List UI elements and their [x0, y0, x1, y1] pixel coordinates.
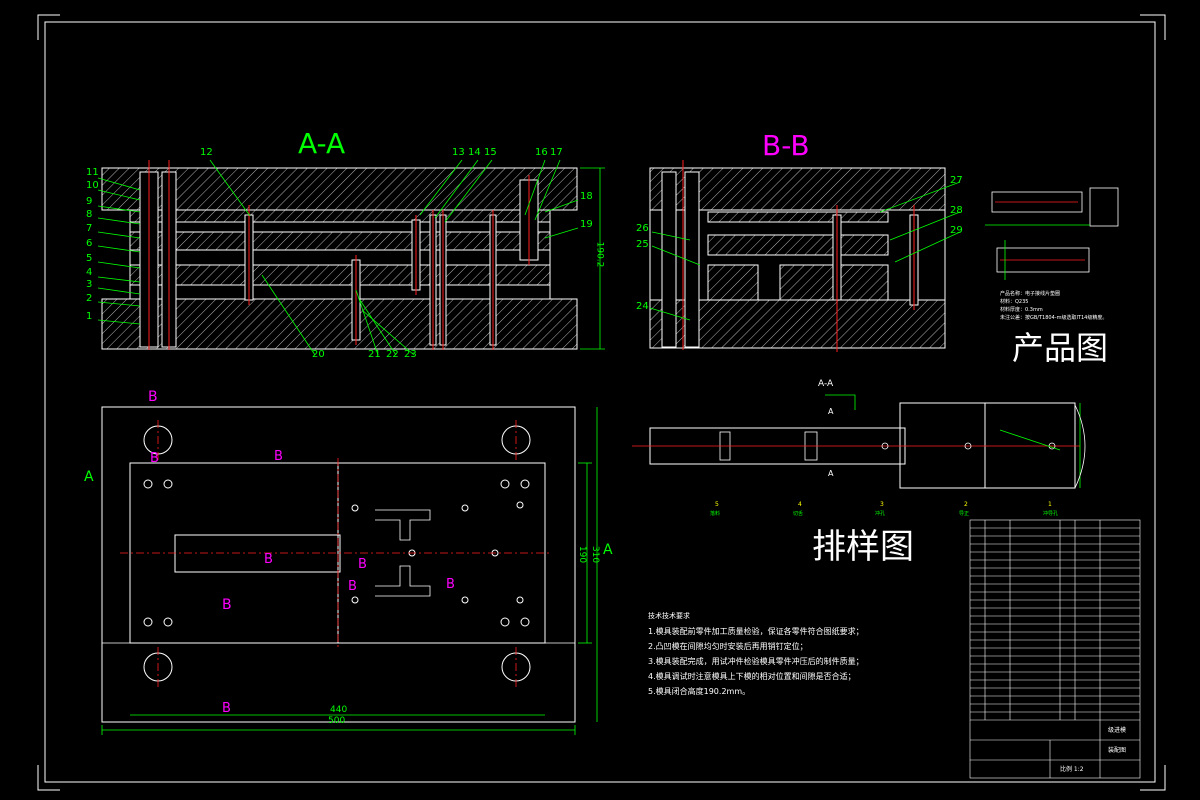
dim-side-190: 190 [577, 545, 588, 564]
part-number: 14 [468, 147, 481, 158]
part-number: 18 [580, 191, 593, 202]
part-number: 21 [368, 349, 381, 360]
part-number: 6 [86, 238, 93, 249]
tech-item: 3.模具装配完成，用试冲件检验模具零件冲压后的制件质量； [648, 657, 864, 666]
tech-item: 5.模具闭合高度190.2mm。 [648, 687, 751, 696]
station-label: 冲导孔 [1043, 511, 1059, 517]
tech-heading: 技术技术要求 [648, 612, 690, 620]
tech-item: 1.模具装配前零件加工质量检验，保证各零件符合图纸要求； [648, 627, 864, 636]
station-number: 1 [1048, 501, 1052, 508]
part-number: 12 [200, 147, 213, 158]
part-number: 25 [636, 239, 649, 250]
station-number: 5 [715, 501, 719, 508]
section-bb-title: B-B [762, 129, 810, 162]
tech-item: 4.模具调试时注意模具上下模的相对位置和间隙是否合适； [648, 672, 856, 681]
part-number: 29 [950, 225, 963, 236]
tech-requirements: 技术技术要求 1.模具装配前零件加工质量检验，保证各零件符合图纸要求； 2.凸凹… [648, 613, 864, 696]
title-drawing-name: 级进模 [1108, 727, 1127, 734]
view-label-a-small-bottom: A [828, 469, 834, 478]
view-label-b-mid: B [274, 449, 283, 464]
product-note: 材料厚度：0.3mm [1000, 307, 1043, 313]
dim-side-310: 310 [590, 545, 601, 564]
part-number: 16 [535, 147, 548, 158]
view-label-aa-small: A-A [818, 379, 834, 389]
strip-layout [632, 394, 1086, 489]
part-number: 2 [86, 293, 93, 304]
station-number: 3 [880, 501, 884, 508]
view-label-bottom: B [222, 701, 231, 716]
part-number: 4 [86, 267, 93, 278]
view-label-bl: B [446, 577, 455, 592]
section-bb [649, 160, 961, 352]
part-number: 27 [950, 175, 963, 186]
part-number: 22 [386, 349, 399, 360]
product-drawing [985, 187, 1119, 280]
cad-drawing [37, 14, 1166, 791]
station-number: 2 [964, 501, 968, 508]
view-label-b-right: B [358, 557, 367, 572]
view-label-b-top: B [148, 389, 158, 405]
part-number: 1 [86, 311, 93, 322]
section-aa [97, 159, 605, 356]
part-number: 19 [580, 219, 593, 230]
station-label: 落料 [710, 511, 721, 517]
station-label: 切舌 [793, 511, 804, 517]
part-number: 8 [86, 209, 93, 220]
part-number: 23 [404, 349, 417, 360]
dim-width-500: 500 [328, 716, 346, 726]
plan-view [101, 406, 598, 735]
part-number: 11 [86, 167, 99, 178]
view-label-a-left: A [84, 469, 94, 485]
part-number: 9 [86, 196, 93, 207]
part-number: 24 [636, 301, 649, 312]
product-note: 未注公差：按GB/T1804-m级选取IT14级精度。 [1000, 315, 1108, 321]
dim-height: 190.2 [594, 241, 605, 268]
layout-title: 排样图 [812, 527, 914, 567]
station-label: 冲孔 [875, 511, 886, 517]
title-label-a: 装配图 [1108, 747, 1127, 754]
view-label-b-center: B [264, 552, 273, 567]
station-label: 导正 [959, 511, 970, 517]
title-block [969, 519, 1141, 779]
part-number: 13 [452, 147, 465, 158]
part-number: 10 [86, 180, 99, 191]
station-number: 4 [798, 501, 802, 508]
part-number: 28 [950, 205, 963, 216]
product-note: 材料：Q235 [1000, 299, 1029, 305]
view-label-br: B [222, 597, 232, 613]
part-number: 20 [312, 349, 325, 360]
part-number: 3 [86, 279, 93, 290]
part-number: 5 [86, 253, 93, 264]
title-label-b: 比例 1:2 [1060, 766, 1084, 773]
product-title: 产品图 [1012, 329, 1109, 367]
view-label-a-right: A [603, 542, 613, 558]
product-note: 产品名称：电子接线片垫圈 [1000, 291, 1061, 297]
part-number: 17 [550, 147, 563, 158]
part-number: 7 [86, 223, 93, 234]
view-label-b-lower: B [348, 579, 357, 594]
part-number: 15 [484, 147, 497, 158]
tech-item: 2.凸凹模在间隙均匀时安装后再用销钉定位； [648, 642, 808, 651]
section-aa-title: A-A [298, 127, 346, 160]
dim-width-440: 440 [330, 705, 348, 715]
part-number: 26 [636, 223, 649, 234]
view-label-b-left: B [150, 451, 159, 466]
product-notes: 产品名称：电子接线片垫圈 材料：Q235 材料厚度：0.3mm 未注公差：按GB… [1000, 292, 1107, 321]
view-label-a-small-top: A [828, 407, 834, 416]
